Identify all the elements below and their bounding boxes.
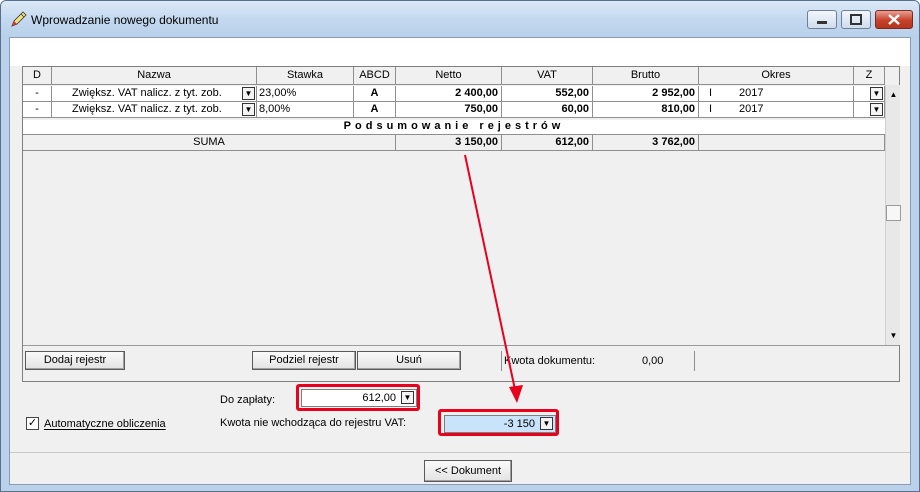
main-window: Wprowadzanie nowego dokumentu D Nazwa St… (0, 0, 920, 492)
arrow-head-icon (509, 385, 523, 403)
annotation-arrow (464, 154, 523, 403)
